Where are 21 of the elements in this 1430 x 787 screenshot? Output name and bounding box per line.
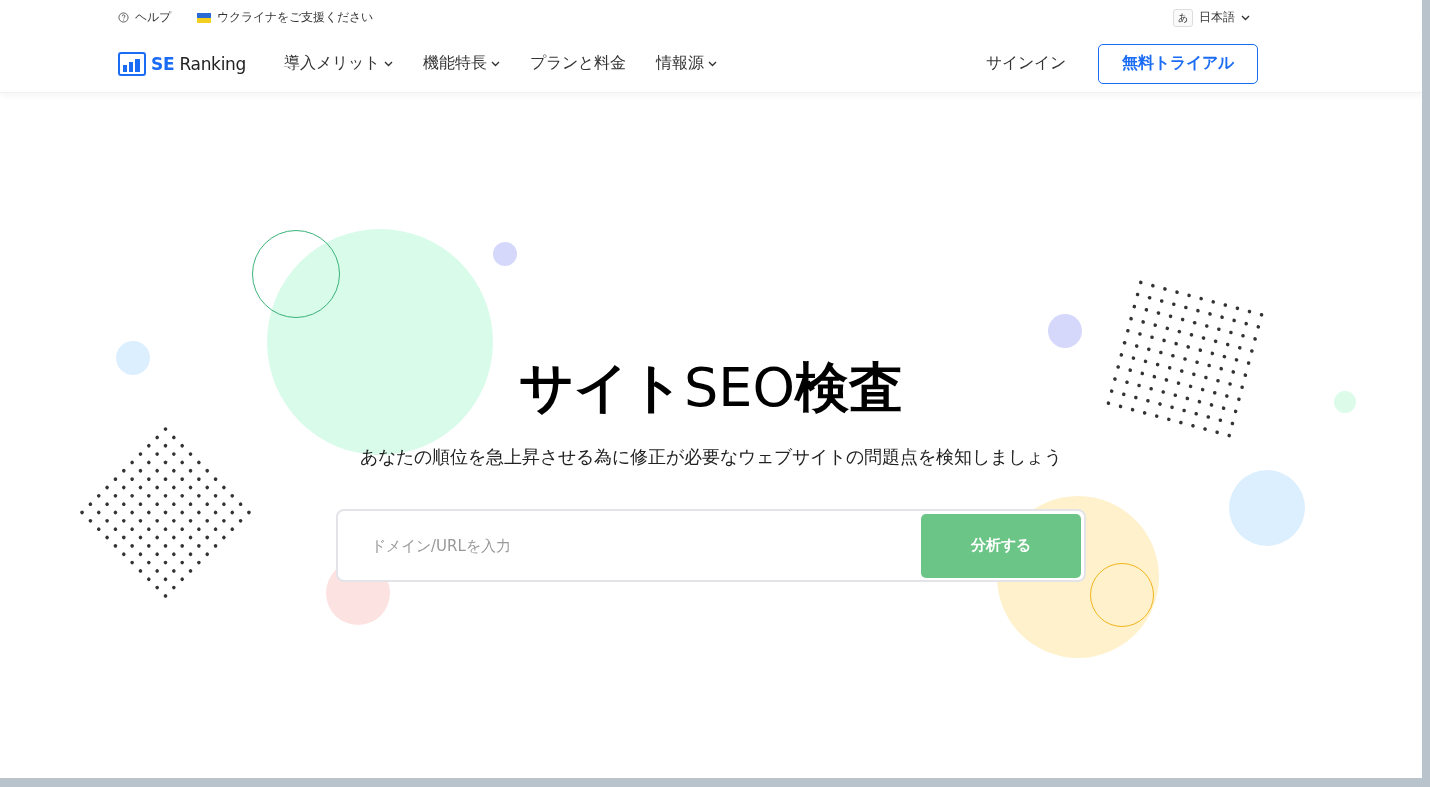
bar-chart-icon xyxy=(118,51,146,76)
nav-link[interactable]: 導入メリット xyxy=(284,53,394,74)
language-selector[interactable]: あ 日本語 xyxy=(1173,8,1250,27)
chevron-down-icon xyxy=(708,60,718,67)
decorative-circle xyxy=(116,341,150,375)
chevron-down-icon xyxy=(384,60,394,67)
chevron-down-icon xyxy=(491,60,501,67)
free-trial-button[interactable]: 無料トライアル xyxy=(1098,43,1258,84)
decorative-circle xyxy=(1048,314,1082,348)
logo[interactable]: SE Ranking xyxy=(118,51,247,76)
nav-link[interactable]: 機能特長 xyxy=(423,53,501,74)
nav-link[interactable]: プランと料金 xyxy=(530,53,627,74)
sign-in-link[interactable]: サインイン xyxy=(986,53,1066,74)
flag-icon xyxy=(197,12,211,23)
support-link[interactable]: ウクライナをご支援ください xyxy=(217,9,373,26)
chevron-down-icon xyxy=(1241,14,1250,21)
help-link[interactable]: ヘルプ xyxy=(135,9,171,26)
decorative-circle xyxy=(1334,391,1356,413)
help-icon xyxy=(118,12,129,23)
nav-link[interactable]: 情報源 xyxy=(656,53,718,74)
subtitle: あなたの順位を急上昇させる為に修正が必要なウェブサイトの問題点を検知しましょう xyxy=(360,445,1062,469)
